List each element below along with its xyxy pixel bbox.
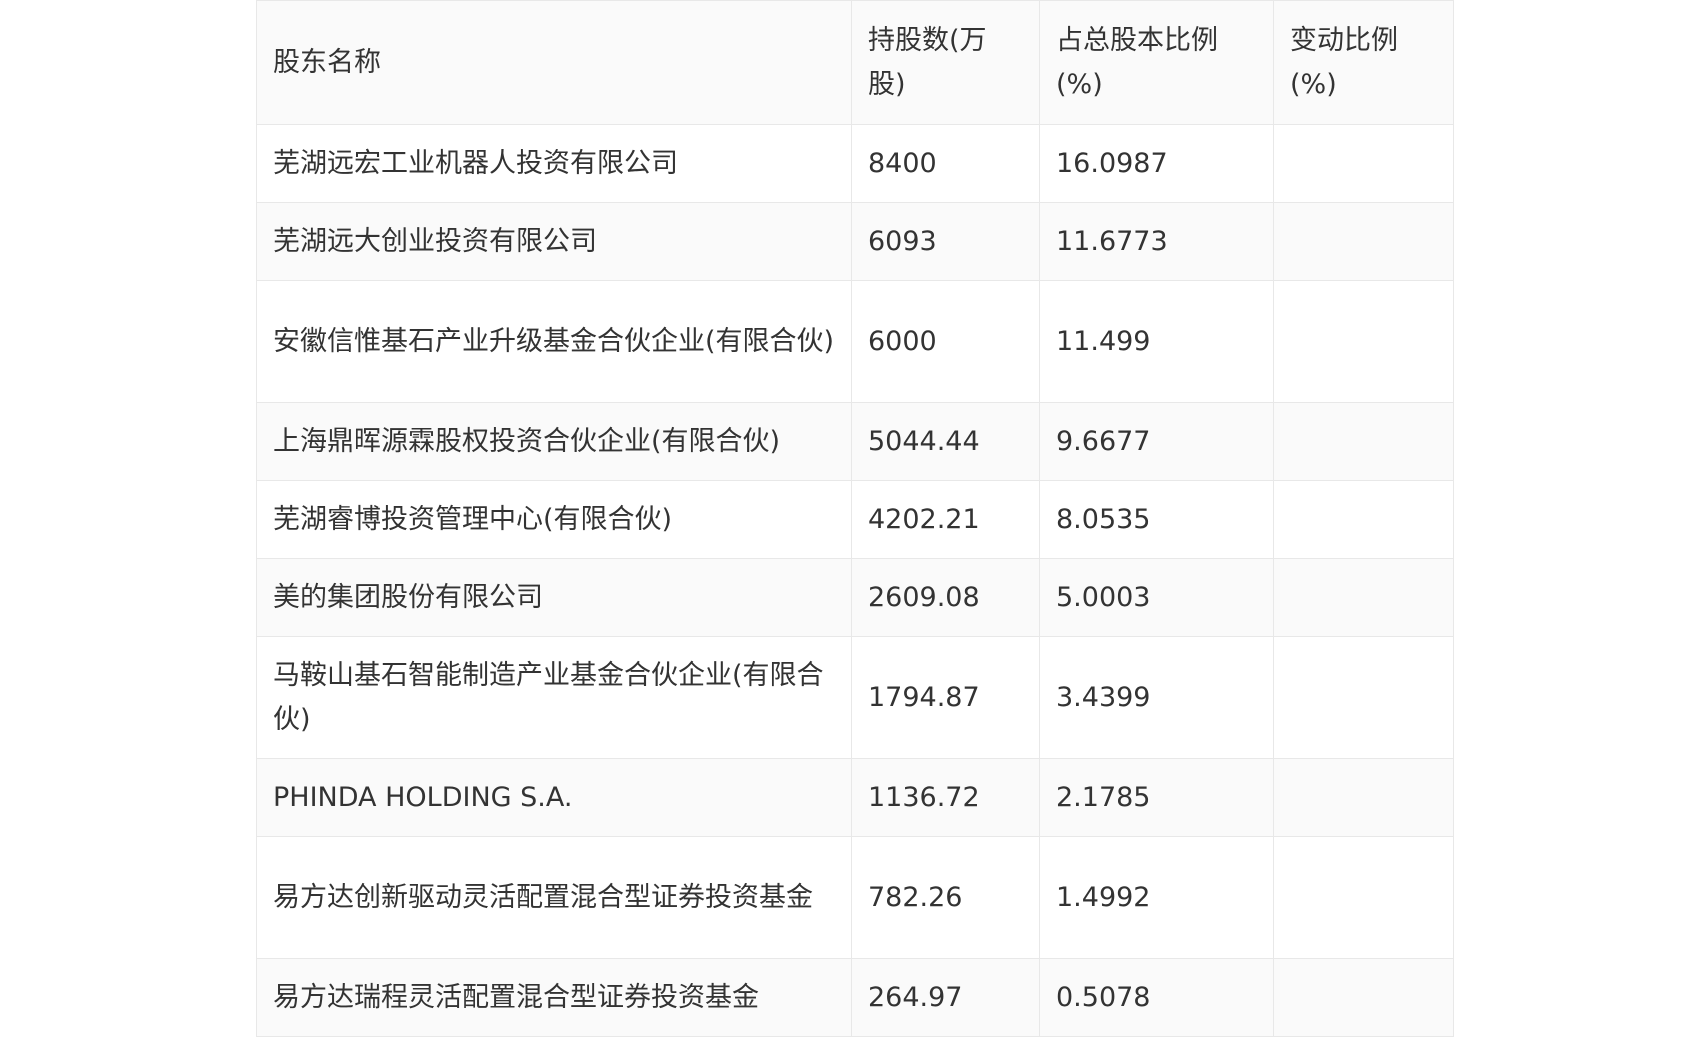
cell-change: [1273, 836, 1454, 959]
header-ratio: 占总股本比例(%): [1039, 0, 1274, 125]
cell-name: 易方达瑞程灵活配置混合型证券投资基金: [256, 958, 852, 1037]
cell-ratio: 0.5078: [1039, 958, 1274, 1037]
shareholder-table: 股东名称 持股数(万股) 占总股本比例(%) 变动比例(%) 芜湖远宏工业机器人…: [256, 0, 1454, 1037]
header-change: 变动比例(%): [1273, 0, 1454, 125]
header-row: 股东名称 持股数(万股) 占总股本比例(%) 变动比例(%): [256, 0, 1454, 125]
cell-ratio: 8.0535: [1039, 480, 1274, 559]
cell-name: 芜湖远宏工业机器人投资有限公司: [256, 124, 852, 203]
cell-shares: 782.26: [851, 836, 1040, 959]
cell-ratio: 11.6773: [1039, 202, 1274, 281]
table-row: 安徽信惟基石产业升级基金合伙企业(有限合伙) 6000 11.499: [256, 280, 1454, 403]
table-row: 芜湖远宏工业机器人投资有限公司 8400 16.0987: [256, 124, 1454, 203]
cell-name: 马鞍山基石智能制造产业基金合伙企业(有限合伙): [256, 636, 852, 759]
cell-shares: 6093: [851, 202, 1040, 281]
shareholder-table-container: 股东名称 持股数(万股) 占总股本比例(%) 变动比例(%) 芜湖远宏工业机器人…: [256, 0, 1454, 1037]
cell-shares: 2609.08: [851, 558, 1040, 637]
cell-ratio: 16.0987: [1039, 124, 1274, 203]
cell-change: [1273, 758, 1454, 837]
table-row: 上海鼎晖源霖股权投资合伙企业(有限合伙) 5044.44 9.6677: [256, 402, 1454, 481]
cell-change: [1273, 202, 1454, 281]
table-row: 马鞍山基石智能制造产业基金合伙企业(有限合伙) 1794.87 3.4399: [256, 636, 1454, 759]
cell-shares: 6000: [851, 280, 1040, 403]
cell-ratio: 1.4992: [1039, 836, 1274, 959]
cell-name: 易方达创新驱动灵活配置混合型证券投资基金: [256, 836, 852, 959]
cell-change: [1273, 558, 1454, 637]
cell-shares: 264.97: [851, 958, 1040, 1037]
cell-change: [1273, 124, 1454, 203]
cell-name: 上海鼎晖源霖股权投资合伙企业(有限合伙): [256, 402, 852, 481]
table-row: 芜湖远大创业投资有限公司 6093 11.6773: [256, 202, 1454, 281]
cell-name: 芜湖远大创业投资有限公司: [256, 202, 852, 281]
table-header: 股东名称 持股数(万股) 占总股本比例(%) 变动比例(%): [256, 0, 1454, 125]
cell-change: [1273, 480, 1454, 559]
table-row: 易方达瑞程灵活配置混合型证券投资基金 264.97 0.5078: [256, 958, 1454, 1037]
cell-name: 美的集团股份有限公司: [256, 558, 852, 637]
cell-name: 芜湖睿博投资管理中心(有限合伙): [256, 480, 852, 559]
cell-name: PHINDA HOLDING S.A.: [256, 758, 852, 837]
cell-ratio: 11.499: [1039, 280, 1274, 403]
cell-ratio: 3.4399: [1039, 636, 1274, 759]
cell-shares: 1136.72: [851, 758, 1040, 837]
cell-change: [1273, 636, 1454, 759]
cell-change: [1273, 402, 1454, 481]
cell-shares: 4202.21: [851, 480, 1040, 559]
header-shareholder-name: 股东名称: [256, 0, 852, 125]
header-shares: 持股数(万股): [851, 0, 1040, 125]
cell-change: [1273, 958, 1454, 1037]
table-row: 芜湖睿博投资管理中心(有限合伙) 4202.21 8.0535: [256, 480, 1454, 559]
cell-ratio: 2.1785: [1039, 758, 1274, 837]
cell-shares: 8400: [851, 124, 1040, 203]
cell-ratio: 9.6677: [1039, 402, 1274, 481]
cell-change: [1273, 280, 1454, 403]
cell-name: 安徽信惟基石产业升级基金合伙企业(有限合伙): [256, 280, 852, 403]
cell-shares: 1794.87: [851, 636, 1040, 759]
table-row: 美的集团股份有限公司 2609.08 5.0003: [256, 558, 1454, 637]
cell-ratio: 5.0003: [1039, 558, 1274, 637]
cell-shares: 5044.44: [851, 402, 1040, 481]
table-row: PHINDA HOLDING S.A. 1136.72 2.1785: [256, 758, 1454, 837]
table-row: 易方达创新驱动灵活配置混合型证券投资基金 782.26 1.4992: [256, 836, 1454, 959]
table-body: 芜湖远宏工业机器人投资有限公司 8400 16.0987 芜湖远大创业投资有限公…: [256, 124, 1454, 1037]
